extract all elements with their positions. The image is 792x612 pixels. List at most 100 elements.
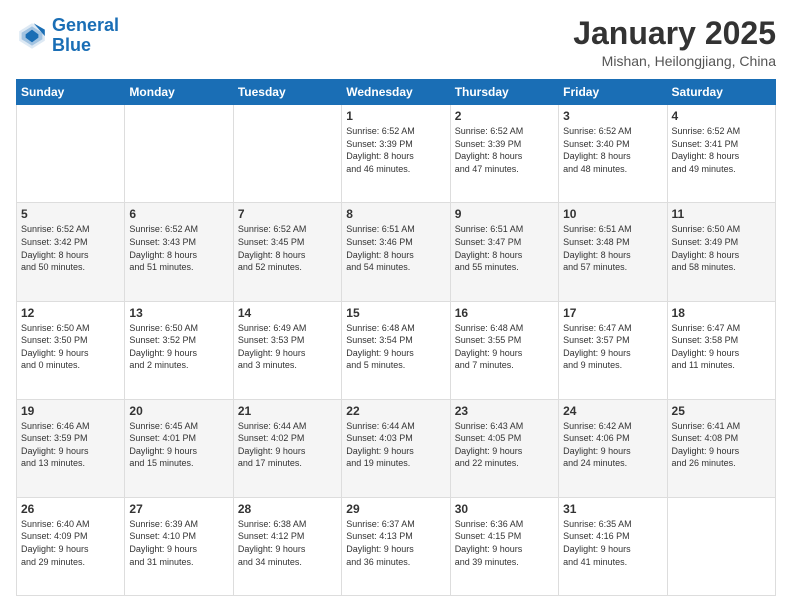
day-info: Sunrise: 6:50 AM Sunset: 3:52 PM Dayligh… xyxy=(129,322,228,372)
day-cell: 26 Sunrise: 6:40 AM Sunset: 4:09 PM Dayli… xyxy=(17,497,125,595)
day-cell xyxy=(17,105,125,203)
day-number: 2 xyxy=(455,109,554,123)
day-cell: 12Sunrise: 6:50 AM Sunset: 3:50 PM Dayli… xyxy=(17,301,125,399)
day-info: Sunrise: 6:51 AM Sunset: 3:46 PM Dayligh… xyxy=(346,223,445,273)
day-cell: 23 Sunrise: 6:43 AM Sunset: 4:05 PM Dayli… xyxy=(450,399,558,497)
week-row-3: 19Sunrise: 6:46 AM Sunset: 3:59 PM Dayli… xyxy=(17,399,776,497)
day-info: Sunrise: 6:50 AM Sunset: 3:49 PM Dayligh… xyxy=(672,223,771,273)
day-number: 28 xyxy=(238,502,337,516)
day-info: Sunrise: 6:52 AM Sunset: 3:43 PM Dayligh… xyxy=(129,223,228,273)
day-number: 11 xyxy=(672,207,771,221)
week-row-4: 26 Sunrise: 6:40 AM Sunset: 4:09 PM Dayli… xyxy=(17,497,776,595)
day-number: 15 xyxy=(346,306,445,320)
day-number: 26 xyxy=(21,502,120,516)
weekday-header-tuesday: Tuesday xyxy=(233,80,341,105)
day-info: Sunrise: 6:46 AM Sunset: 3:59 PM Dayligh… xyxy=(21,420,120,470)
day-number: 4 xyxy=(672,109,771,123)
day-cell: 31 Sunrise: 6:35 AM Sunset: 4:16 PM Dayli… xyxy=(559,497,667,595)
day-info: Sunrise: 6:47 AM Sunset: 3:58 PM Dayligh… xyxy=(672,322,771,372)
day-number: 30 xyxy=(455,502,554,516)
day-cell xyxy=(233,105,341,203)
day-info: Sunrise: 6:47 AM Sunset: 3:57 PM Dayligh… xyxy=(563,322,662,372)
month-title: January 2025 xyxy=(573,16,776,51)
day-number: 3 xyxy=(563,109,662,123)
day-cell: 25Sunrise: 6:41 AM Sunset: 4:08 PM Dayli… xyxy=(667,399,775,497)
day-cell: 27 Sunrise: 6:39 AM Sunset: 4:10 PM Dayli… xyxy=(125,497,233,595)
day-cell: 1 Sunrise: 6:52 AM Sunset: 3:39 PM Daylig… xyxy=(342,105,450,203)
day-info: Sunrise: 6:52 AM Sunset: 3:39 PM Dayligh… xyxy=(346,125,445,175)
day-info: Sunrise: 6:49 AM Sunset: 3:53 PM Dayligh… xyxy=(238,322,337,372)
title-block: January 2025 Mishan, Heilongjiang, China xyxy=(573,16,776,69)
header: General Blue January 2025 Mishan, Heilon… xyxy=(16,16,776,69)
day-number: 1 xyxy=(346,109,445,123)
day-number: 18 xyxy=(672,306,771,320)
weekday-header-thursday: Thursday xyxy=(450,80,558,105)
day-info: Sunrise: 6:48 AM Sunset: 3:54 PM Dayligh… xyxy=(346,322,445,372)
day-number: 16 xyxy=(455,306,554,320)
day-info: Sunrise: 6:52 AM Sunset: 3:39 PM Dayligh… xyxy=(455,125,554,175)
day-number: 22 xyxy=(346,404,445,418)
day-number: 5 xyxy=(21,207,120,221)
logo-line2: Blue xyxy=(52,35,91,55)
day-info: Sunrise: 6:52 AM Sunset: 3:45 PM Dayligh… xyxy=(238,223,337,273)
day-info: Sunrise: 6:44 AM Sunset: 4:03 PM Dayligh… xyxy=(346,420,445,470)
week-row-1: 5 Sunrise: 6:52 AM Sunset: 3:42 PM Daylig… xyxy=(17,203,776,301)
day-info: Sunrise: 6:42 AM Sunset: 4:06 PM Dayligh… xyxy=(563,420,662,470)
day-info: Sunrise: 6:41 AM Sunset: 4:08 PM Dayligh… xyxy=(672,420,771,470)
day-number: 31 xyxy=(563,502,662,516)
day-cell: 22 Sunrise: 6:44 AM Sunset: 4:03 PM Dayli… xyxy=(342,399,450,497)
weekday-header-row: SundayMondayTuesdayWednesdayThursdayFrid… xyxy=(17,80,776,105)
day-cell: 8Sunrise: 6:51 AM Sunset: 3:46 PM Daylig… xyxy=(342,203,450,301)
day-cell: 4 Sunrise: 6:52 AM Sunset: 3:41 PM Daylig… xyxy=(667,105,775,203)
logo-text: General Blue xyxy=(52,16,119,56)
day-cell: 5 Sunrise: 6:52 AM Sunset: 3:42 PM Daylig… xyxy=(17,203,125,301)
day-number: 21 xyxy=(238,404,337,418)
logo-icon xyxy=(16,20,48,52)
day-number: 23 xyxy=(455,404,554,418)
day-info: Sunrise: 6:43 AM Sunset: 4:05 PM Dayligh… xyxy=(455,420,554,470)
day-info: Sunrise: 6:51 AM Sunset: 3:47 PM Dayligh… xyxy=(455,223,554,273)
day-number: 29 xyxy=(346,502,445,516)
day-cell: 13 Sunrise: 6:50 AM Sunset: 3:52 PM Dayli… xyxy=(125,301,233,399)
day-info: Sunrise: 6:38 AM Sunset: 4:12 PM Dayligh… xyxy=(238,518,337,568)
day-cell: 16Sunrise: 6:48 AM Sunset: 3:55 PM Dayli… xyxy=(450,301,558,399)
day-info: Sunrise: 6:45 AM Sunset: 4:01 PM Dayligh… xyxy=(129,420,228,470)
page: General Blue January 2025 Mishan, Heilon… xyxy=(0,0,792,612)
day-cell: 9 Sunrise: 6:51 AM Sunset: 3:47 PM Daylig… xyxy=(450,203,558,301)
day-number: 24 xyxy=(563,404,662,418)
day-number: 13 xyxy=(129,306,228,320)
week-row-2: 12Sunrise: 6:50 AM Sunset: 3:50 PM Dayli… xyxy=(17,301,776,399)
weekday-header-wednesday: Wednesday xyxy=(342,80,450,105)
day-info: Sunrise: 6:50 AM Sunset: 3:50 PM Dayligh… xyxy=(21,322,120,372)
day-info: Sunrise: 6:36 AM Sunset: 4:15 PM Dayligh… xyxy=(455,518,554,568)
day-info: Sunrise: 6:39 AM Sunset: 4:10 PM Dayligh… xyxy=(129,518,228,568)
day-cell: 6Sunrise: 6:52 AM Sunset: 3:43 PM Daylig… xyxy=(125,203,233,301)
day-number: 27 xyxy=(129,502,228,516)
day-cell: 30 Sunrise: 6:36 AM Sunset: 4:15 PM Dayli… xyxy=(450,497,558,595)
day-number: 7 xyxy=(238,207,337,221)
day-cell: 11 Sunrise: 6:50 AM Sunset: 3:49 PM Dayli… xyxy=(667,203,775,301)
day-info: Sunrise: 6:52 AM Sunset: 3:40 PM Dayligh… xyxy=(563,125,662,175)
day-cell: 21 Sunrise: 6:44 AM Sunset: 4:02 PM Dayli… xyxy=(233,399,341,497)
day-cell: 14 Sunrise: 6:49 AM Sunset: 3:53 PM Dayli… xyxy=(233,301,341,399)
day-info: Sunrise: 6:35 AM Sunset: 4:16 PM Dayligh… xyxy=(563,518,662,568)
week-row-0: 1 Sunrise: 6:52 AM Sunset: 3:39 PM Daylig… xyxy=(17,105,776,203)
weekday-header-sunday: Sunday xyxy=(17,80,125,105)
day-info: Sunrise: 6:52 AM Sunset: 3:42 PM Dayligh… xyxy=(21,223,120,273)
day-number: 14 xyxy=(238,306,337,320)
day-cell: 28 Sunrise: 6:38 AM Sunset: 4:12 PM Dayli… xyxy=(233,497,341,595)
day-info: Sunrise: 6:52 AM Sunset: 3:41 PM Dayligh… xyxy=(672,125,771,175)
day-info: Sunrise: 6:37 AM Sunset: 4:13 PM Dayligh… xyxy=(346,518,445,568)
day-number: 9 xyxy=(455,207,554,221)
logo-line1: General xyxy=(52,15,119,35)
day-info: Sunrise: 6:51 AM Sunset: 3:48 PM Dayligh… xyxy=(563,223,662,273)
day-cell: 29 Sunrise: 6:37 AM Sunset: 4:13 PM Dayli… xyxy=(342,497,450,595)
day-cell: 10 Sunrise: 6:51 AM Sunset: 3:48 PM Dayli… xyxy=(559,203,667,301)
day-number: 10 xyxy=(563,207,662,221)
day-info: Sunrise: 6:44 AM Sunset: 4:02 PM Dayligh… xyxy=(238,420,337,470)
day-cell: 3 Sunrise: 6:52 AM Sunset: 3:40 PM Daylig… xyxy=(559,105,667,203)
logo: General Blue xyxy=(16,16,119,56)
weekday-header-saturday: Saturday xyxy=(667,80,775,105)
day-info: Sunrise: 6:40 AM Sunset: 4:09 PM Dayligh… xyxy=(21,518,120,568)
calendar-table: SundayMondayTuesdayWednesdayThursdayFrid… xyxy=(16,79,776,596)
